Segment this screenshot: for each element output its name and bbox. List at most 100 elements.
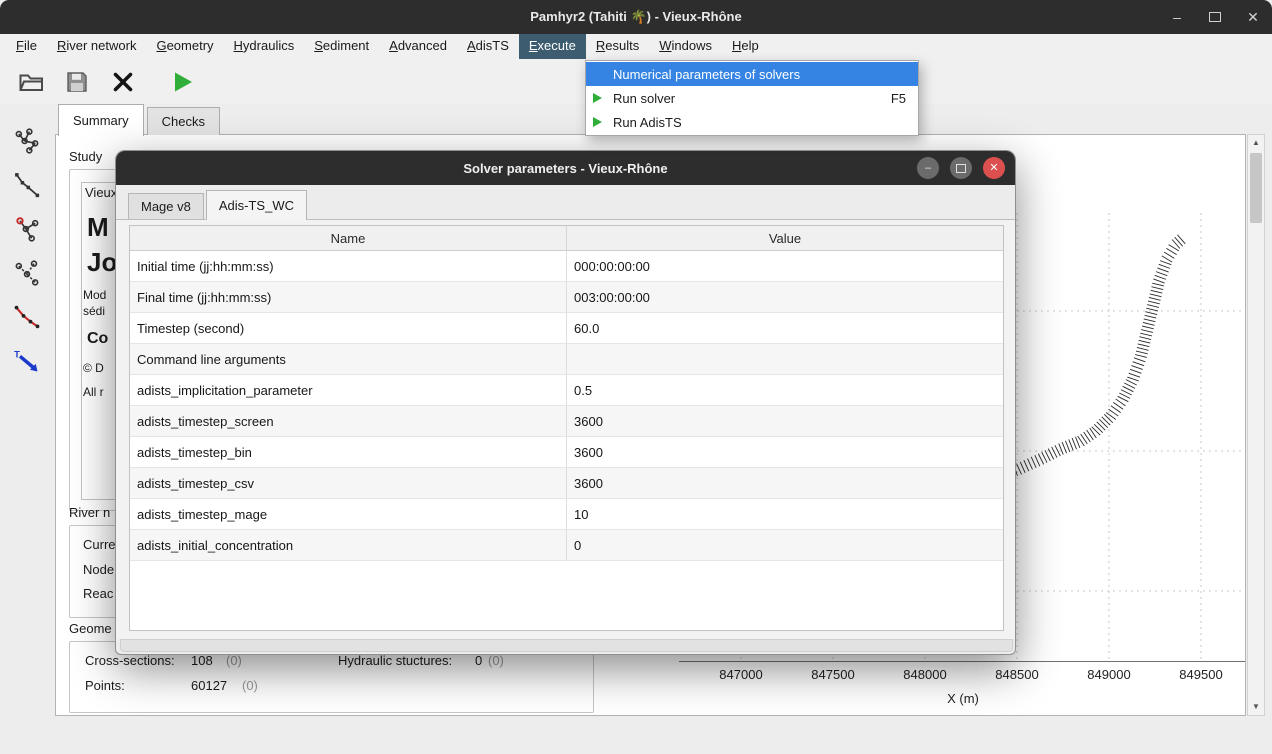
param-value-cell[interactable]: 10	[567, 499, 1003, 529]
mesh-tool-button[interactable]	[12, 258, 42, 288]
rights-fragment: All r	[83, 385, 104, 399]
hydraulic-structures-value: 0	[475, 653, 482, 668]
param-value-cell[interactable]: 003:00:00:00	[567, 282, 1003, 312]
network-dashed-icon	[13, 259, 41, 287]
scrollbar-thumb[interactable]	[1250, 153, 1262, 223]
slope-tool-button[interactable]	[12, 302, 42, 332]
plot-x-labels: 847000847500848000848500849000849500	[601, 667, 1246, 687]
river-row-fragment-2: Node	[83, 562, 114, 577]
tab-checks[interactable]: Checks	[147, 107, 220, 135]
close-x-icon	[111, 70, 135, 94]
network-tool-button[interactable]	[12, 126, 42, 156]
study-group-label: Study	[69, 149, 102, 164]
column-header-name[interactable]: Name	[130, 226, 567, 250]
menu-hydraulics[interactable]: Hydraulics	[224, 34, 305, 59]
param-name-cell: Final time (jj:hh:mm:ss)	[130, 282, 567, 312]
menu-results[interactable]: Results	[586, 34, 649, 59]
profile-polyline-icon	[13, 171, 41, 199]
table-row: adists_implicitation_parameter0.5	[130, 375, 1003, 406]
param-name-cell: adists_timestep_screen	[130, 406, 567, 436]
table-row: adists_timestep_csv3600	[130, 468, 1003, 499]
study-name-fragment: Vieux	[85, 185, 117, 200]
node-edit-tool-button[interactable]	[12, 214, 42, 244]
window-maximize-button[interactable]	[1206, 10, 1224, 24]
parameters-table-header: Name Value	[130, 226, 1003, 251]
menu-item-shortcut: F5	[891, 91, 906, 106]
river-network-group-label: River n	[69, 505, 110, 520]
window-minimize-button[interactable]: –	[1168, 10, 1186, 24]
menu-item-run-solver[interactable]: Run solverF5	[586, 86, 918, 110]
window-close-button[interactable]: ✕	[1244, 10, 1262, 24]
param-value-cell[interactable]: 000:00:00:00	[567, 251, 1003, 281]
dialog-close-button[interactable]: ✕	[983, 157, 1005, 179]
study-subheading-fragment: Co	[87, 330, 108, 348]
river-row-fragment-1: Curre	[83, 537, 116, 552]
parameters-table-body: Initial time (jj:hh:mm:ss)000:00:00:00Fi…	[130, 251, 1003, 561]
x-tick-label: 849500	[1161, 667, 1241, 682]
table-row: adists_initial_concentration0	[130, 530, 1003, 561]
param-value-cell[interactable]	[567, 344, 1003, 374]
dialog-titlebar[interactable]: Solver parameters - Vieux-Rhône – ✕	[116, 151, 1015, 185]
play-icon	[593, 92, 609, 104]
param-name-cell: Command line arguments	[130, 344, 567, 374]
profile-tool-button[interactable]	[12, 170, 42, 200]
points-suffix: (0)	[242, 678, 258, 693]
parameters-table: Name Value Initial time (jj:hh:mm:ss)000…	[129, 225, 1004, 631]
dialog-minimize-button[interactable]: –	[917, 157, 939, 179]
menu-help[interactable]: Help	[722, 34, 769, 59]
param-name-cell: adists_timestep_bin	[130, 437, 567, 467]
x-tick-label: 848000	[885, 667, 965, 682]
param-name-cell: Initial time (jj:hh:mm:ss)	[130, 251, 567, 281]
dialog-tab-adis-ts-wc[interactable]: Adis-TS_WC	[206, 190, 307, 220]
table-row: adists_timestep_mage10	[130, 499, 1003, 530]
dialog-horizontal-scrollbar[interactable]	[120, 639, 1013, 652]
save-button[interactable]	[62, 67, 92, 97]
dialog-tab-mage-v8[interactable]: Mage v8	[128, 193, 204, 219]
run-button[interactable]	[168, 67, 198, 97]
param-name-cell: Timestep (second)	[130, 313, 567, 343]
param-value-cell[interactable]: 3600	[567, 468, 1003, 498]
vertical-scrollbar[interactable]: ▲ ▼	[1247, 134, 1265, 716]
menu-adists[interactable]: AdisTS	[457, 34, 519, 59]
menu-river-network[interactable]: River network	[47, 34, 146, 59]
scroll-down-arrow-icon[interactable]: ▼	[1248, 700, 1264, 714]
red-slope-icon	[13, 303, 41, 331]
play-icon	[593, 116, 609, 128]
window-titlebar[interactable]: Pamhyr2 (Tahiti 🌴) - Vieux-Rhône – ✕	[0, 0, 1272, 34]
delete-button[interactable]	[108, 67, 138, 97]
param-value-cell[interactable]: 0	[567, 530, 1003, 560]
study-desc-fragment-2: sédi	[83, 304, 105, 318]
menu-item-label: Run solver	[613, 91, 891, 106]
scroll-up-arrow-icon[interactable]: ▲	[1248, 136, 1264, 150]
menu-file[interactable]: File	[6, 34, 47, 59]
param-name-cell: adists_timestep_mage	[130, 499, 567, 529]
x-tick-label: 847000	[701, 667, 781, 682]
param-name-cell: adists_timestep_csv	[130, 468, 567, 498]
copyright-fragment: © D	[83, 361, 104, 375]
open-button[interactable]	[16, 67, 46, 97]
dialog-maximize-icon	[956, 164, 966, 173]
param-name-cell: adists_initial_concentration	[130, 530, 567, 560]
x-tick-label: 849000	[1069, 667, 1149, 682]
param-value-cell[interactable]: 3600	[567, 437, 1003, 467]
menu-geometry[interactable]: Geometry	[146, 34, 223, 59]
param-value-cell[interactable]: 0.5	[567, 375, 1003, 405]
param-value-cell[interactable]: 60.0	[567, 313, 1003, 343]
x-tick-label: 848500	[977, 667, 1057, 682]
menu-item-run-adists[interactable]: Run AdisTS	[586, 110, 918, 134]
table-row: Final time (jj:hh:mm:ss)003:00:00:00	[130, 282, 1003, 313]
hydraulic-structures-suffix: (0)	[488, 653, 504, 668]
param-value-cell[interactable]: 3600	[567, 406, 1003, 436]
menu-execute[interactable]: Execute	[519, 34, 586, 59]
open-folder-icon	[18, 70, 44, 94]
dialog-tabbar: Mage v8 Adis-TS_WC	[128, 189, 309, 219]
solver-parameters-dialog[interactable]: Solver parameters - Vieux-Rhône – ✕ Mage…	[115, 150, 1016, 655]
tab-summary[interactable]: Summary	[58, 104, 144, 136]
transport-tool-button[interactable]: T	[12, 346, 42, 376]
menu-windows[interactable]: Windows	[649, 34, 722, 59]
menu-sediment[interactable]: Sediment	[304, 34, 379, 59]
menu-advanced[interactable]: Advanced	[379, 34, 457, 59]
column-header-value[interactable]: Value	[567, 226, 1003, 250]
dialog-maximize-button[interactable]	[950, 157, 972, 179]
menu-item-numerical-parameters-of-solvers[interactable]: Numerical parameters of solvers	[586, 62, 918, 86]
